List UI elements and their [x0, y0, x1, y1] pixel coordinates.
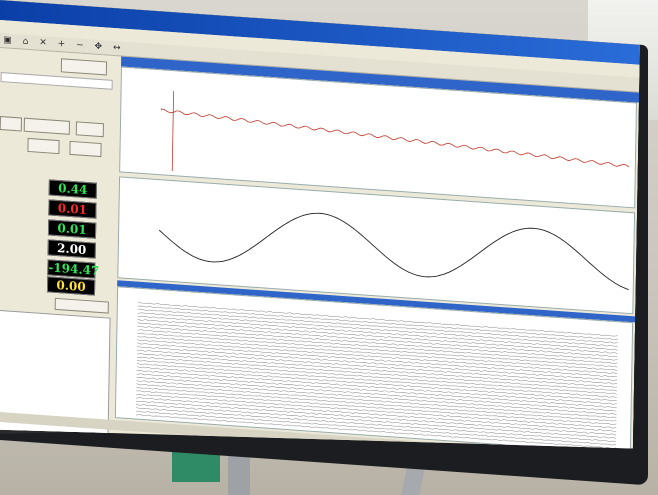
bottom-chart-trace [137, 380, 617, 415]
reading-value: -194.47 [48, 260, 100, 278]
close-icon[interactable]: ✕ [39, 38, 47, 49]
bottom-chart-trace [137, 363, 617, 398]
top-chart-series [161, 109, 629, 167]
minus-icon[interactable]: − [76, 40, 84, 51]
reading-value: 0.44 [49, 179, 97, 198]
panel-button[interactable] [55, 298, 109, 314]
arrow-icon[interactable]: ↔ [113, 43, 121, 54]
bottom-chart-trace [137, 346, 617, 381]
bottom-chart-trace [137, 377, 617, 412]
bottom-chart-trace [137, 336, 617, 371]
bottom-chart-trace [137, 356, 617, 391]
middle-chart-series [159, 202, 630, 291]
panel-button[interactable] [76, 121, 104, 137]
monitor-screen: ▣ ⌂ ✕ + − ✥ ↔ 0.44 0.01 0.01 2.00 -194.4… [0, 0, 640, 474]
bottom-chart-trace [138, 316, 618, 351]
bottom-chart-trace [138, 322, 618, 357]
reading-value: 2.00 [48, 239, 96, 258]
top-chart-marker [172, 91, 173, 171]
list-item [0, 311, 110, 326]
connect-button[interactable] [61, 58, 107, 75]
bottom-chart-trace [137, 367, 617, 402]
panel-button[interactable] [27, 138, 59, 154]
panel-button[interactable] [0, 116, 22, 132]
control-panel: 0.44 0.01 0.01 2.00 -194.47 0.00 [0, 48, 117, 438]
bottom-chart-trace [138, 312, 618, 347]
panel-button[interactable] [69, 141, 101, 157]
open-icon[interactable]: ⌂ [23, 37, 29, 47]
reading-value: 0.01 [48, 219, 96, 238]
reading-value: 0.00 [47, 276, 95, 295]
move-icon[interactable]: ✥ [94, 42, 102, 53]
panel-button[interactable] [24, 118, 70, 135]
bottom-chart-trace [136, 387, 616, 422]
plus-icon[interactable]: + [58, 39, 66, 50]
bottom-chart-trace [137, 343, 617, 378]
photo-scene: ▣ ⌂ ✕ + − ✥ ↔ 0.44 0.01 0.01 2.00 -194.4… [0, 0, 658, 495]
save-icon[interactable]: ▣ [3, 35, 12, 46]
reading-value: 0.01 [48, 199, 96, 218]
